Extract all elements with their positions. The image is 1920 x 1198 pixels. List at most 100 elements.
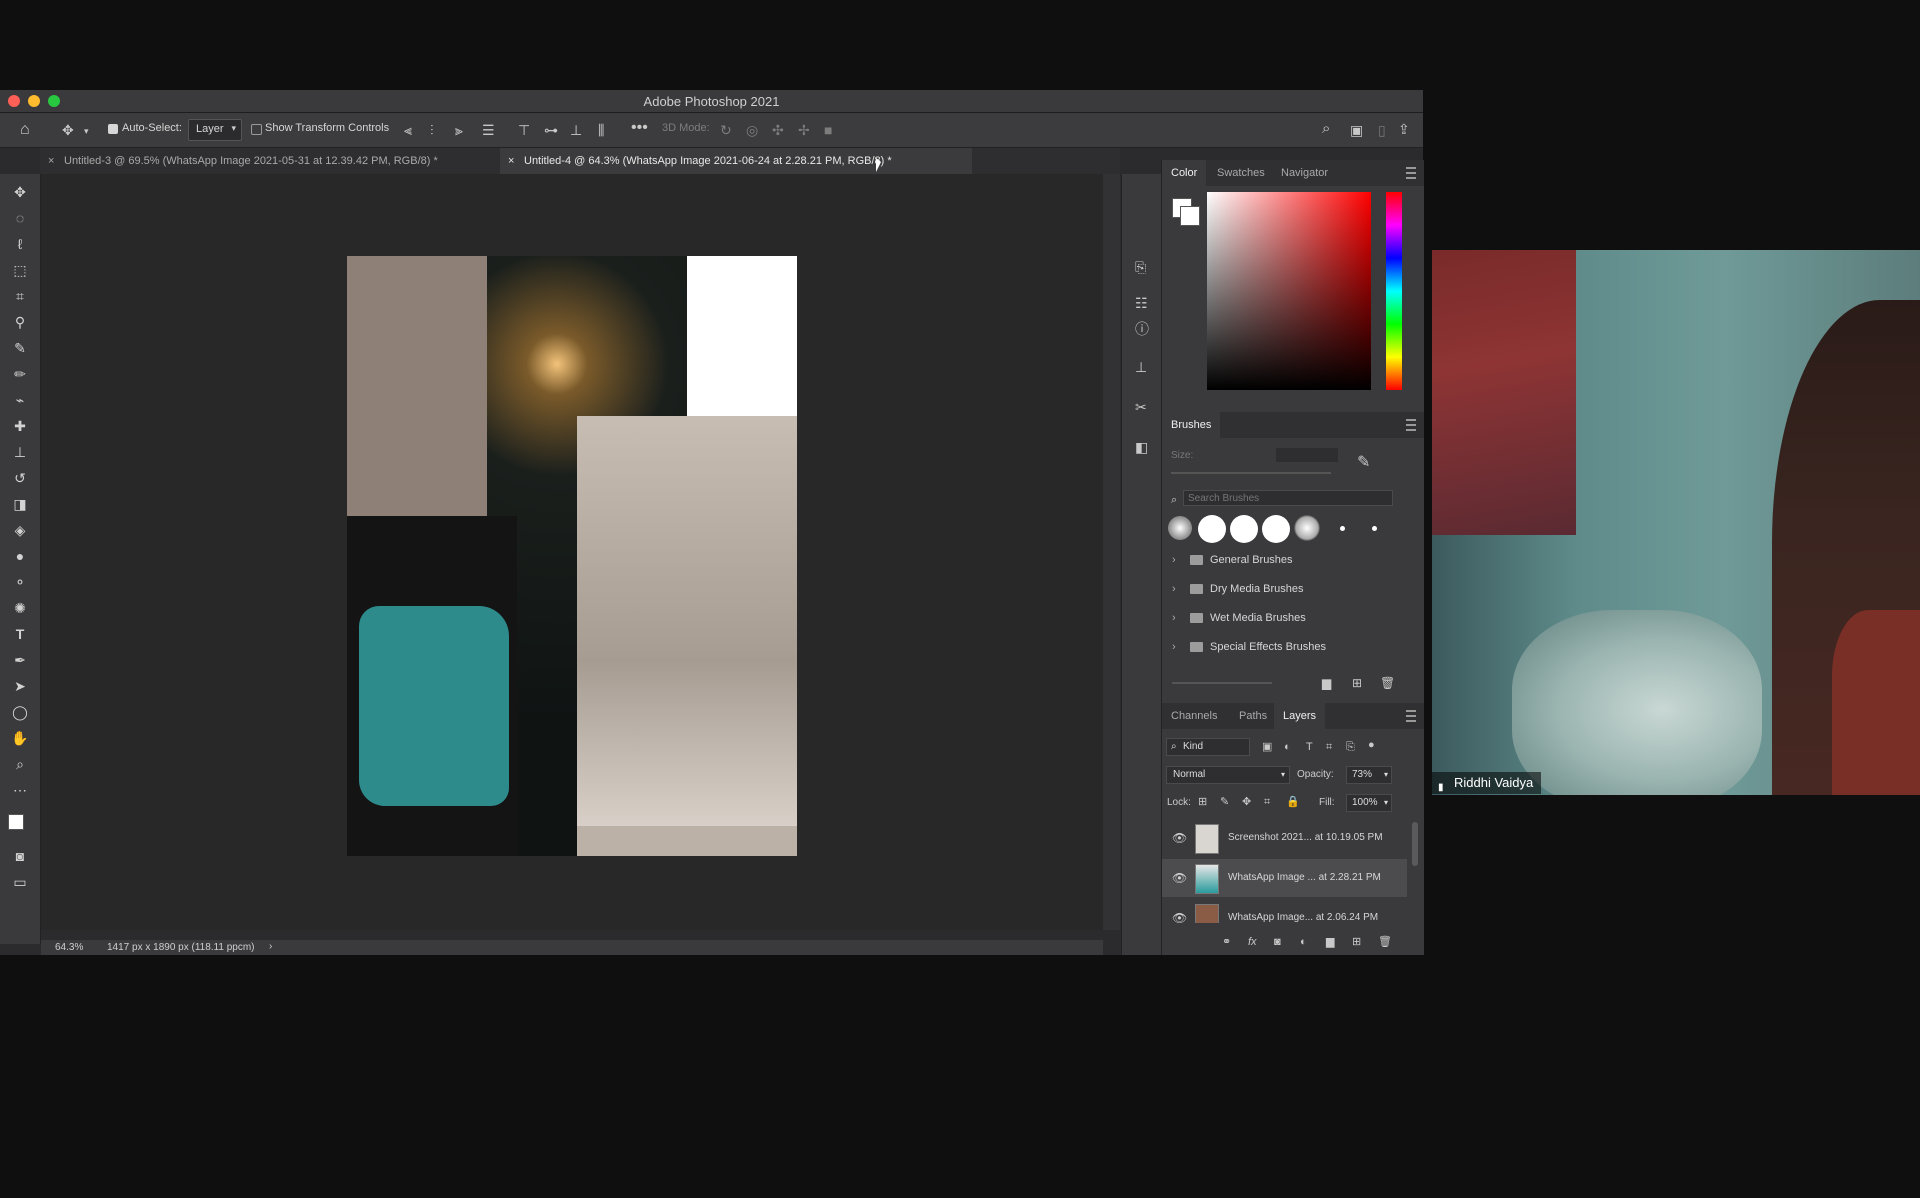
foreground-color-swatch[interactable] xyxy=(8,814,24,830)
zoom-tool-icon[interactable]: ⌕ xyxy=(10,754,30,774)
align-left-icon[interactable]: ⫷ xyxy=(404,123,412,137)
filter-type-icon[interactable]: T xyxy=(1306,740,1313,754)
3d-pan-icon[interactable]: ✣ xyxy=(772,123,784,137)
eyedropper-tool-icon[interactable]: ⚲ xyxy=(10,312,30,332)
eye-icon[interactable]: 👁 xyxy=(1172,831,1187,845)
align-top-icon[interactable]: ⊤ xyxy=(518,123,530,137)
more-tools-icon[interactable]: ⋯ xyxy=(10,780,30,800)
quick-mask-icon[interactable]: ◙ xyxy=(10,846,30,866)
link-layers-icon[interactable]: ⚭ xyxy=(1222,935,1231,949)
ellipse-tool-icon[interactable]: ◯ xyxy=(10,702,30,722)
search-icon[interactable]: ⌕ xyxy=(1322,121,1330,136)
brush-size-input[interactable] xyxy=(1276,448,1338,462)
filter-smart-object-icon[interactable]: ⎘ xyxy=(1346,740,1355,754)
close-icon[interactable]: × xyxy=(48,148,54,174)
auto-select-dropdown[interactable]: Layer ▾ xyxy=(188,119,242,141)
tool-presets-icon[interactable]: ✂ xyxy=(1135,400,1147,414)
info-icon[interactable]: ⓘ xyxy=(1135,322,1149,336)
eye-icon[interactable]: 👁 xyxy=(1172,911,1187,923)
layer-row[interactable]: 👁 WhatsApp Image... at 2.06.24 PM xyxy=(1162,899,1407,923)
fill-input[interactable]: 100% ▾ xyxy=(1346,794,1392,812)
chevron-down-icon[interactable]: ▾ xyxy=(84,124,89,138)
background-color-swatch[interactable] xyxy=(1180,206,1200,226)
folder-icon[interactable]: ▆ xyxy=(1326,935,1334,949)
panel-menu-icon[interactable] xyxy=(1406,710,1416,722)
brush-folder[interactable]: › Wet Media Brushes xyxy=(1168,606,1406,630)
opacity-input[interactable]: 73% ▾ xyxy=(1346,766,1392,784)
layer-row[interactable]: 👁 Screenshot 2021... at 10.19.05 PM xyxy=(1162,819,1407,857)
screen-mode-icon[interactable]: ▭ xyxy=(10,872,30,892)
tab-swatches[interactable]: Swatches xyxy=(1208,160,1274,186)
brush-preset[interactable] xyxy=(1168,516,1192,540)
blend-mode-dropdown[interactable]: Normal ▾ xyxy=(1166,766,1290,784)
brush-folder[interactable]: › Dry Media Brushes xyxy=(1168,577,1406,601)
layer-row[interactable]: 👁 WhatsApp Image ... at 2.28.21 PM xyxy=(1162,859,1407,897)
share-icon[interactable]: ⇪ xyxy=(1398,122,1410,136)
lock-artboard-icon[interactable]: ⌗ xyxy=(1264,795,1270,809)
blur-tool-icon[interactable]: ● xyxy=(10,546,30,566)
type-tool-icon[interactable]: T xyxy=(10,624,30,644)
tab-untitled-4[interactable]: × Untitled-4 @ 64.3% (WhatsApp Image 202… xyxy=(500,148,972,174)
panel-menu-icon[interactable] xyxy=(1406,167,1416,179)
brush-preset[interactable] xyxy=(1294,515,1320,541)
tab-navigator[interactable]: Navigator xyxy=(1272,160,1337,186)
lasso-tool-icon[interactable]: ℓ xyxy=(10,234,30,254)
new-brush-icon[interactable]: ⊞ xyxy=(1352,676,1362,690)
layer-filter-dropdown[interactable]: ⌕ Kind xyxy=(1166,738,1250,756)
lock-paint-icon[interactable]: ✎ xyxy=(1220,795,1229,809)
3d-camera-icon[interactable]: ■ xyxy=(824,123,832,137)
lock-position-icon[interactable]: ✥ xyxy=(1242,795,1251,809)
eraser-tool-icon[interactable]: ◨ xyxy=(10,494,30,514)
hand-tool-icon[interactable]: ✋ xyxy=(10,728,30,748)
brush-preset[interactable] xyxy=(1340,526,1345,531)
align-bottom-icon[interactable]: ⊥ xyxy=(570,123,582,137)
zoom-level[interactable]: 64.3% xyxy=(55,942,83,953)
tab-channels[interactable]: Channels xyxy=(1162,703,1226,729)
align-right-icon[interactable]: ⫸ xyxy=(455,123,463,137)
trash-icon[interactable]: 🗑 xyxy=(1380,676,1395,690)
show-transform-checkbox[interactable] xyxy=(251,124,262,135)
trash-icon[interactable]: 🗑 xyxy=(1378,935,1392,949)
hue-slider[interactable] xyxy=(1386,192,1402,390)
sponge-tool-icon[interactable]: ✺ xyxy=(10,598,30,618)
brush-preset[interactable] xyxy=(1198,515,1226,543)
new-layer-icon[interactable]: ⊞ xyxy=(1352,935,1361,949)
filter-toggle-icon[interactable]: ● xyxy=(1368,738,1375,752)
vertical-scrollbar[interactable] xyxy=(1103,174,1120,930)
tab-color[interactable]: Color xyxy=(1162,160,1207,186)
home-icon[interactable]: ⌂ xyxy=(20,122,30,138)
lock-pixels-icon[interactable]: ⊞ xyxy=(1198,795,1207,809)
brush-preset[interactable] xyxy=(1262,515,1290,543)
3d-roll-icon[interactable]: ◎ xyxy=(746,123,758,137)
cloud-icon[interactable]: ▯ xyxy=(1378,123,1386,137)
color-picker-field[interactable] xyxy=(1207,192,1371,390)
brush-folder[interactable]: › General Brushes xyxy=(1168,548,1406,572)
brush-preset[interactable] xyxy=(1372,526,1377,531)
tab-paths[interactable]: Paths xyxy=(1230,703,1276,729)
folder-icon[interactable]: ▆ xyxy=(1322,676,1331,690)
filter-adjustment-icon[interactable]: ◐ xyxy=(1284,740,1291,754)
layer-mask-icon[interactable]: ◙ xyxy=(1274,935,1281,949)
3d-slide-icon[interactable]: ✢ xyxy=(798,123,810,137)
close-icon[interactable]: × xyxy=(508,148,514,174)
crop-tool-icon[interactable]: ⌗ xyxy=(10,286,30,306)
dodge-tool-icon[interactable]: ⚬ xyxy=(10,572,30,592)
panel-menu-icon[interactable] xyxy=(1406,419,1416,431)
history-icon[interactable]: ⎘ xyxy=(1135,260,1146,274)
workspace-icon[interactable]: ▣ xyxy=(1350,123,1363,137)
auto-select-checkbox[interactable] xyxy=(108,124,118,134)
distribute-vertical-icon[interactable]: ⫼ xyxy=(598,123,604,137)
clone-stamp-tool-icon[interactable]: ⊥ xyxy=(10,442,30,462)
paint-bucket-tool-icon[interactable]: ◈ xyxy=(10,520,30,540)
distribute-icon[interactable]: ☰ xyxy=(482,123,495,137)
tab-untitled-3[interactable]: × Untitled-3 @ 69.5% (WhatsApp Image 202… xyxy=(40,148,512,174)
brush-size-slider[interactable] xyxy=(1171,472,1331,474)
brush-search-input[interactable] xyxy=(1183,490,1393,506)
move-tool-icon[interactable]: ✥ xyxy=(10,182,30,202)
adjustment-layer-icon[interactable]: ◐ xyxy=(1300,935,1307,949)
healing-brush-tool-icon[interactable]: ✚ xyxy=(10,416,30,436)
marquee-tool-icon[interactable]: ◌ xyxy=(10,208,30,228)
3d-orbit-icon[interactable]: ↻ xyxy=(720,123,732,137)
canvas-area[interactable] xyxy=(41,174,1103,930)
mixer-brush-tool-icon[interactable]: ⌁ xyxy=(10,390,30,410)
